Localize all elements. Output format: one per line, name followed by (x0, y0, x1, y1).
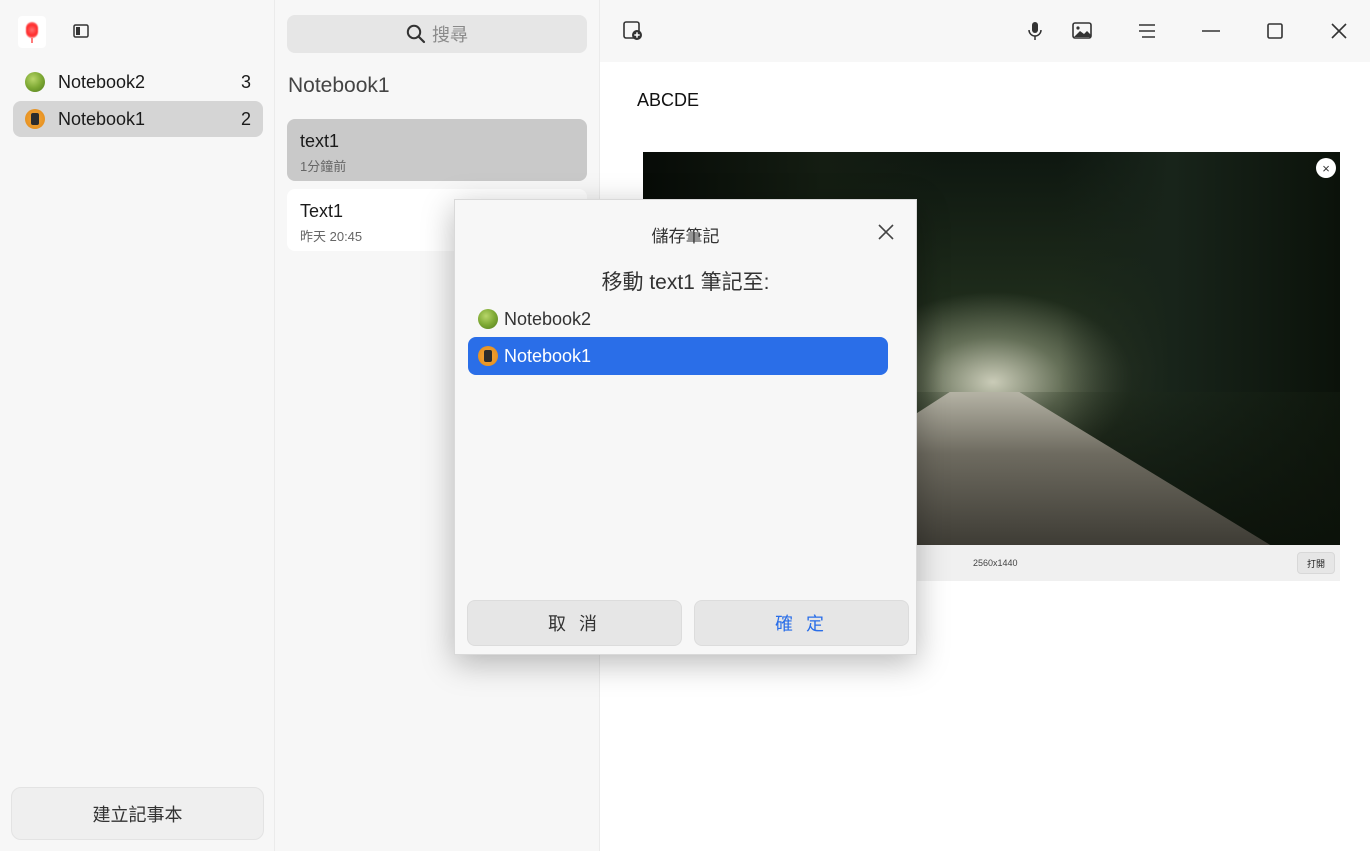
new-note-icon[interactable] (621, 19, 645, 43)
note-item[interactable]: text1 1分鐘前 (287, 119, 587, 181)
image-resolution: 2560x1440 (973, 558, 1018, 568)
close-window-icon[interactable] (1327, 19, 1351, 43)
search-icon (406, 24, 426, 44)
notebook-label: Notebook2 (58, 71, 146, 92)
notebook-title: Notebook1 (288, 74, 390, 97)
orange-bookmark-icon (478, 346, 498, 366)
notebook-sidebar: Notebook2 3 Notebook1 2 建立記事本 (0, 0, 275, 851)
open-image-button[interactable]: 打開 (1297, 552, 1335, 574)
remove-image-button[interactable]: × (1316, 158, 1336, 178)
microphone-icon[interactable] (1023, 19, 1047, 43)
green-globe-icon (25, 72, 45, 92)
app-logo-icon (18, 16, 46, 48)
notebook-count: 3 (240, 71, 251, 92)
menu-icon[interactable] (1135, 19, 1159, 43)
editor-toolbar (600, 0, 1370, 62)
dialog-item-notebook2[interactable]: Notebook2 (468, 300, 888, 338)
sidebar-toggle-icon[interactable] (70, 20, 92, 42)
notebook-label: Notebook1 (58, 108, 146, 129)
minimize-icon[interactable] (1199, 19, 1223, 43)
confirm-button[interactable]: 確 定 (694, 600, 909, 646)
sidebar-item-notebook1[interactable]: Notebook1 2 (13, 101, 263, 137)
note-time: 1分鐘前 (300, 159, 347, 174)
maximize-icon[interactable] (1263, 19, 1287, 43)
dialog-subtitle: 移動 text1 筆記至: (601, 271, 770, 294)
save-note-dialog: 儲存筆記 移動 text1 筆記至: Notebook2 Notebook1 取… (454, 199, 917, 655)
search-input[interactable]: 搜尋 (287, 15, 587, 53)
dialog-item-notebook1[interactable]: Notebook1 (468, 337, 888, 375)
sidebar-item-notebook2[interactable]: Notebook2 3 (13, 64, 263, 100)
cancel-button[interactable]: 取 消 (467, 600, 682, 646)
search-placeholder: 搜尋 (432, 25, 468, 45)
notebook-count: 2 (240, 108, 251, 129)
note-body-text[interactable]: ABCDE (637, 90, 699, 111)
create-notebook-button[interactable]: 建立記事本 (11, 787, 264, 840)
orange-bookmark-icon (25, 109, 45, 129)
dialog-item-label: Notebook2 (504, 308, 592, 329)
dialog-title: 儲存筆記 (651, 227, 720, 246)
insert-image-icon[interactable] (1070, 19, 1094, 43)
green-globe-icon (478, 309, 498, 329)
note-title: text1 (300, 131, 340, 151)
dialog-close-icon[interactable] (876, 222, 896, 242)
dialog-item-label: Notebook1 (504, 345, 592, 366)
